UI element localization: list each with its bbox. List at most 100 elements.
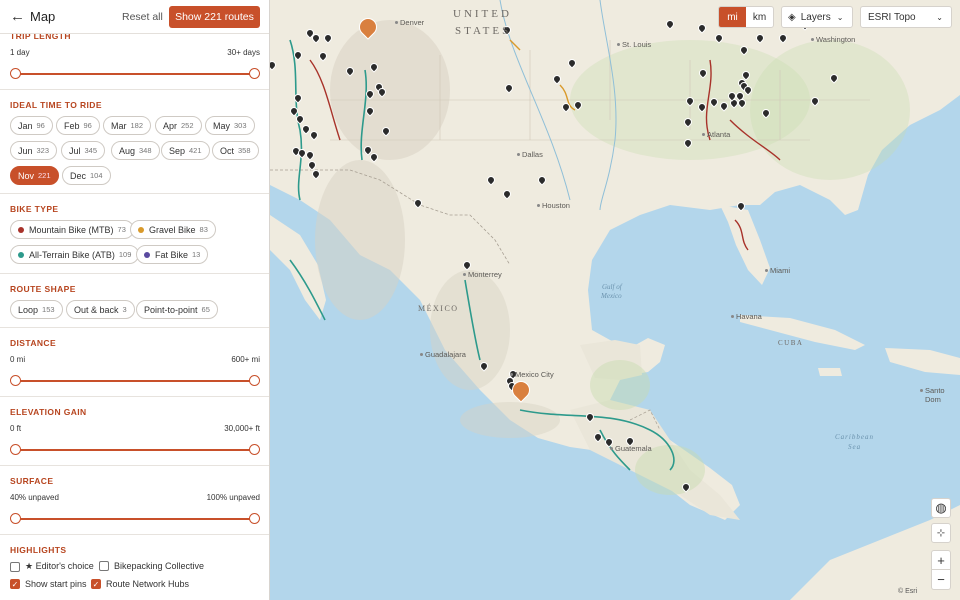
city-label-monterrey: Monterrey	[468, 270, 502, 279]
checkbox-checked-icon[interactable]: ✓	[10, 579, 20, 589]
month-chip-feb[interactable]: Feb 96	[56, 116, 100, 135]
surface-title: SURFACE	[10, 476, 54, 486]
route-shape-label: Loop	[18, 304, 39, 315]
city-dot	[920, 389, 923, 392]
highlight-label: Route Network Hubs	[106, 579, 190, 589]
basemap-select[interactable]: ESRI Topo ⌄	[860, 6, 952, 28]
surface-slider[interactable]	[10, 513, 260, 524]
city-dot	[537, 204, 540, 207]
highlight-checkbox[interactable]: Bikepacking Collective	[99, 561, 204, 571]
route-shape-chip[interactable]: Point-to-point 65	[136, 300, 218, 319]
distance-min-handle[interactable]	[10, 375, 21, 386]
bike-color-dot	[144, 251, 150, 258]
month-chip-nov[interactable]: Nov 221	[10, 166, 59, 185]
month-count: 96	[36, 121, 45, 130]
unit-mi-button[interactable]: mi	[719, 7, 746, 27]
chevron-down-icon: ⌄	[936, 12, 943, 22]
zoom-in-button[interactable]: +	[931, 550, 951, 570]
highlights-title: HIGHLIGHTS	[10, 545, 67, 555]
month-label: Dec	[70, 170, 87, 181]
month-label: Mar	[111, 120, 127, 131]
distance-section: DISTANCE 0 mi 600+ mi	[0, 328, 269, 397]
month-chip-may[interactable]: May 303	[205, 116, 255, 135]
city-dot	[610, 447, 613, 450]
city-label-miami: Miami	[770, 266, 790, 275]
bike-color-dot	[18, 251, 24, 258]
month-label: Jan	[18, 120, 33, 131]
city-dot	[702, 133, 705, 136]
unit-km-button[interactable]: km	[746, 12, 773, 23]
layers-button[interactable]: ◈ Layers ⌄	[781, 6, 853, 28]
trip-length-min: 1 day	[10, 48, 30, 57]
month-label: Jun	[18, 145, 33, 156]
month-label: Feb	[64, 120, 80, 131]
elevation-min: 0 ft	[10, 424, 22, 433]
month-chip-oct[interactable]: Oct 358	[212, 141, 259, 160]
trip-length-max-handle[interactable]	[249, 68, 260, 79]
city-dot	[617, 43, 620, 46]
month-chip-apr[interactable]: Apr 252	[155, 116, 202, 135]
month-chip-dec[interactable]: Dec 104	[62, 166, 111, 185]
elevation-min-handle[interactable]	[10, 444, 21, 455]
month-count: 348	[139, 146, 152, 155]
month-chip-jul[interactable]: Jul 345	[61, 141, 106, 160]
checkbox-empty-icon[interactable]	[10, 561, 20, 572]
trip-length-min-handle[interactable]	[10, 68, 21, 79]
globe-button[interactable]: ◍	[931, 498, 951, 518]
highlight-checkbox[interactable]: ★ Editor's choice	[10, 561, 94, 572]
sidebar-header: ← Map Reset all Show 221 routes	[0, 0, 269, 34]
city-label-stlouis: St. Louis	[622, 40, 652, 49]
highlight-checkbox[interactable]: ✓ Show start pins	[10, 579, 87, 589]
bike-type-chip[interactable]: Mountain Bike (MTB) 73	[10, 220, 134, 239]
unit-toggle: mi km	[718, 6, 774, 28]
map-basemap	[270, 0, 960, 600]
city-label-denver: Denver	[400, 18, 425, 27]
city-label-santo: Santo Dom	[925, 386, 945, 404]
city-dot	[420, 353, 423, 356]
city-label-washington: Washington	[816, 35, 856, 44]
highlight-label: ★ Editor's choice	[25, 561, 94, 571]
highlights-section: HIGHLIGHTS ★ Editor's choice Bikepacking …	[0, 535, 269, 600]
surface-min-handle[interactable]	[10, 513, 21, 524]
month-chip-aug[interactable]: Aug 348	[111, 141, 160, 160]
route-shape-chip[interactable]: Out & back 3	[66, 300, 135, 319]
label-country-us-1: UNITED	[453, 8, 512, 20]
month-chip-jan[interactable]: Jan 96	[10, 116, 53, 135]
month-chip-jun[interactable]: Jun 323	[10, 141, 58, 160]
checkbox-empty-icon[interactable]	[99, 561, 109, 571]
show-routes-button[interactable]: Show 221 routes	[169, 6, 260, 28]
route-shape-count: 153	[42, 305, 55, 314]
distance-max-handle[interactable]	[249, 375, 260, 386]
distance-title: DISTANCE	[10, 338, 57, 348]
map-canvas[interactable]: UNITED STATES MÉXICO CUBA Gulf of Mexico…	[270, 0, 960, 600]
elevation-max-handle[interactable]	[249, 444, 260, 455]
bike-type-chip[interactable]: Fat Bike 13	[136, 245, 209, 264]
route-shape-chip[interactable]: Loop 153	[10, 300, 63, 319]
zoom-out-button[interactable]: −	[931, 570, 951, 590]
highlight-label: Show start pins	[25, 579, 87, 589]
distance-slider[interactable]	[10, 375, 260, 386]
month-count: 104	[90, 171, 103, 180]
month-label: Aug	[119, 145, 136, 156]
bike-type-chip[interactable]: All-Terrain Bike (ATB) 109	[10, 245, 140, 264]
globe-icon: ◍	[935, 500, 947, 515]
surface-max-handle[interactable]	[249, 513, 260, 524]
ideal-time-section: IDEAL TIME TO RIDE Jan 96 Feb 96 Mar 182 Apr 25…	[0, 90, 269, 194]
layers-icon: ◈	[788, 11, 796, 23]
fullscreen-button[interactable]: ⊹	[931, 523, 951, 543]
highlight-checkbox[interactable]: ✓ Route Network Hubs	[91, 579, 189, 589]
label-caribbean-1: Caribbean	[835, 433, 874, 441]
trip-length-max: 30+ days	[227, 48, 260, 57]
month-chip-sep[interactable]: Sep 421	[161, 141, 210, 160]
elevation-slider[interactable]	[10, 444, 260, 455]
highlight-label: Bikepacking Collective	[114, 561, 205, 571]
bike-type-chip[interactable]: Gravel Bike 83	[130, 220, 216, 239]
reset-all-button[interactable]: Reset all	[122, 11, 163, 23]
bike-type-label: Fat Bike	[155, 249, 189, 260]
checkbox-checked-icon[interactable]: ✓	[91, 579, 101, 589]
trip-length-slider[interactable]	[10, 68, 260, 79]
elevation-title: ELEVATION GAIN	[10, 407, 87, 417]
month-label: Sep	[169, 145, 186, 156]
month-chip-mar[interactable]: Mar 182	[103, 116, 152, 135]
back-arrow-icon[interactable]: ←	[10, 8, 28, 25]
